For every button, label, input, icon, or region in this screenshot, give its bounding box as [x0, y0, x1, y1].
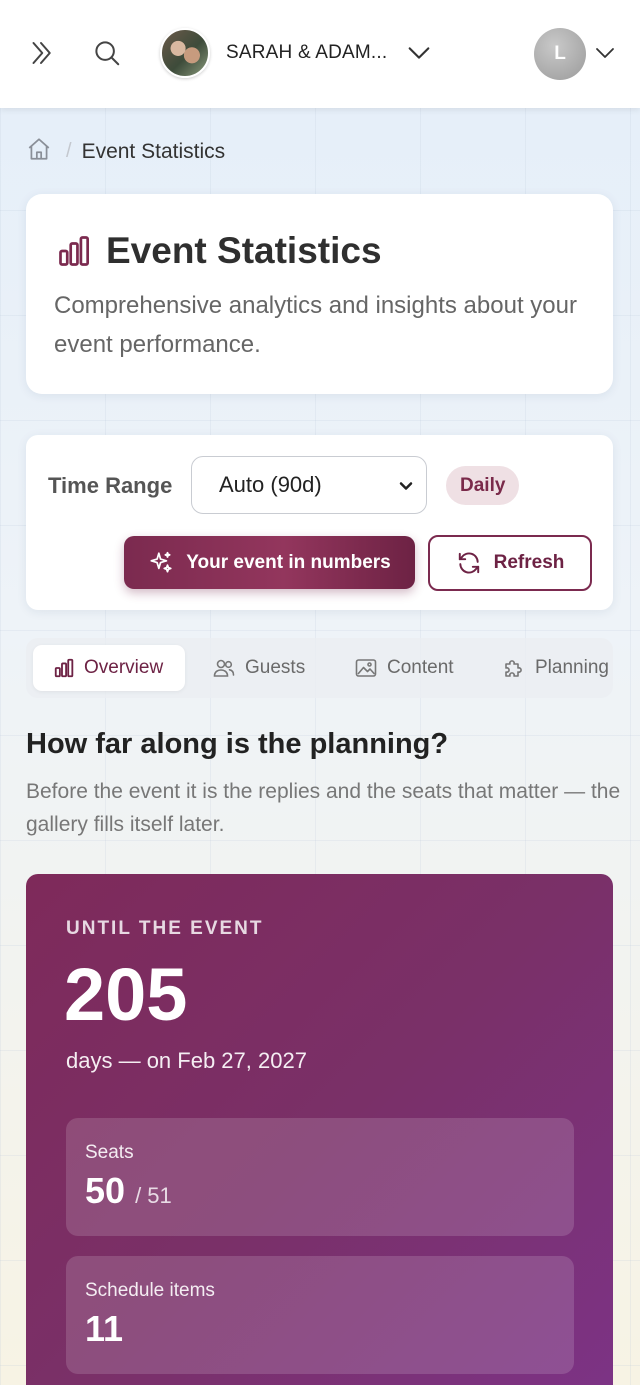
- event-in-numbers-label: Your event in numbers: [186, 551, 391, 573]
- refresh-icon: [458, 552, 479, 574]
- schedule-value: 11: [85, 1308, 124, 1349]
- refresh-button[interactable]: Refresh: [428, 535, 592, 591]
- breadcrumb: / Event Statistics: [26, 136, 225, 167]
- countdown-card: UNTIL THE EVENT 205 days — on Feb 27, 20…: [26, 874, 613, 1385]
- countdown-label: UNTIL THE EVENT: [66, 918, 264, 939]
- expand-sidebar-button[interactable]: [22, 34, 60, 72]
- event-name[interactable]: SARAH & ADAM...: [226, 42, 387, 64]
- users-icon: [213, 659, 235, 677]
- tab-guests[interactable]: Guests: [212, 645, 305, 691]
- home-icon: [28, 138, 50, 160]
- stats-tabs: Overview Guests Content Planning: [26, 638, 613, 698]
- seats-value-row: 50 / 51: [85, 1170, 172, 1212]
- schedule-stat: Schedule items 11: [66, 1256, 574, 1374]
- bar-chart-icon: [54, 658, 74, 678]
- search-icon: [95, 41, 120, 66]
- bar-chart-icon: [59, 236, 90, 266]
- user-avatar[interactable]: L: [534, 28, 586, 80]
- time-range-value: Auto (90d): [219, 472, 322, 497]
- chevron-down-icon: [596, 48, 614, 58]
- refresh-label: Refresh: [493, 552, 565, 573]
- page-title-row: Event Statistics: [56, 230, 382, 272]
- tab-label: Overview: [84, 657, 164, 678]
- time-range-select[interactable]: Auto (90d): [191, 456, 427, 514]
- user-menu-button[interactable]: [590, 38, 620, 68]
- seats-stat: Seats 50 / 51: [66, 1118, 574, 1236]
- tab-overview[interactable]: Overview: [33, 645, 185, 691]
- seats-value: 50: [85, 1170, 126, 1211]
- countdown-date: days — on Feb 27, 2027: [66, 1048, 307, 1073]
- image-icon: [355, 659, 377, 677]
- event-switcher-button[interactable]: [402, 36, 436, 70]
- page-title: Event Statistics: [106, 230, 382, 271]
- seats-label: Seats: [85, 1142, 134, 1163]
- countdown-days: 205: [64, 953, 188, 1036]
- home-link[interactable]: [26, 136, 52, 167]
- page-subtitle: Comprehensive analytics and insights abo…: [54, 292, 577, 358]
- tab-content[interactable]: Content: [354, 645, 454, 691]
- sparkles-icon: [150, 551, 172, 573]
- breadcrumb-separator: /: [66, 140, 72, 162]
- time-range-label: Time Range: [48, 473, 173, 498]
- top-bar: SARAH & ADAM... L: [0, 0, 640, 108]
- schedule-label: Schedule items: [85, 1280, 215, 1301]
- chevrons-right-icon: [32, 42, 51, 64]
- event-in-numbers-button[interactable]: Your event in numbers: [124, 536, 415, 589]
- section-title: How far along is the planning?: [26, 728, 449, 760]
- search-button[interactable]: [88, 34, 126, 72]
- seats-total: / 51: [135, 1183, 172, 1208]
- controls-card: Time Range Auto (90d) Daily Your event i…: [26, 435, 613, 610]
- page-header-card: Event Statistics Comprehensive analytics…: [26, 194, 613, 394]
- tab-label: Content: [387, 657, 454, 678]
- section-subtitle: Before the event it is the replies and t…: [26, 780, 621, 836]
- breadcrumb-current: Event Statistics: [81, 139, 226, 163]
- tab-label: Planning: [535, 657, 609, 678]
- granularity-badge: Daily: [446, 466, 520, 505]
- event-avatar[interactable]: [160, 28, 210, 78]
- puzzle-icon: [505, 660, 522, 677]
- tab-planning[interactable]: Planning: [502, 645, 609, 691]
- chevron-down-icon: [399, 482, 413, 490]
- chevron-down-icon: [408, 47, 430, 59]
- tab-label: Guests: [245, 657, 306, 678]
